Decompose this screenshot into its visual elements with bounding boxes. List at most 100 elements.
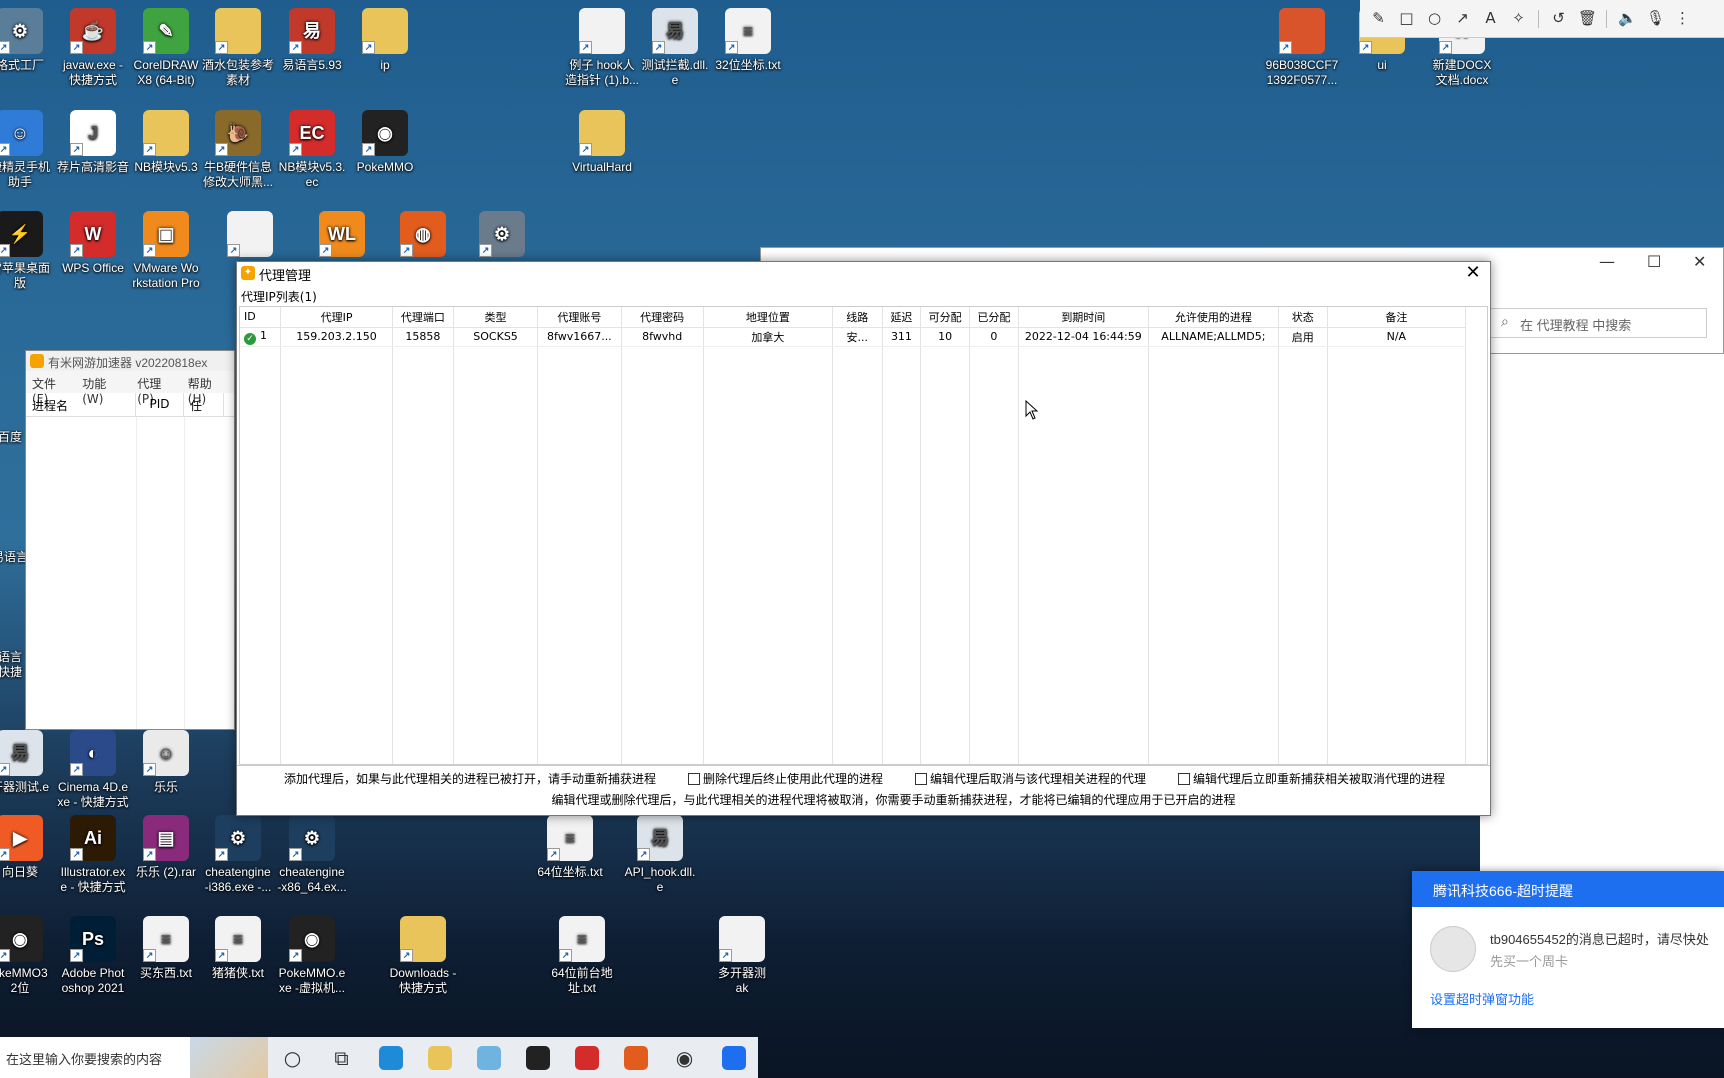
close-icon[interactable]: ✕ <box>1693 252 1706 271</box>
desktop-icon[interactable]: ⚙ ↗ cheatengine -i386.exe -... <box>198 815 278 895</box>
desktop-icon[interactable]: 易 ↗ 易语言5.93 <box>272 8 352 73</box>
explorer-search-input[interactable]: 在 代理教程 中搜索 <box>1489 308 1707 338</box>
desktop-icon[interactable]: ≡ ↗ 64位坐标.txt <box>530 815 610 880</box>
pokemmo-icon[interactable]: ◉ <box>660 1037 709 1078</box>
netease-music-icon[interactable] <box>562 1037 611 1078</box>
timeout-settings-link[interactable]: 设置超时弹窗功能 <box>1430 989 1534 1008</box>
edge-icon[interactable] <box>366 1037 415 1078</box>
column-type[interactable]: 类型 <box>453 307 539 328</box>
qq-icon[interactable] <box>513 1037 562 1078</box>
option-recapture-on-edit[interactable]: 编辑代理后立即重新捕获相关被取消代理的进程 <box>1178 770 1445 787</box>
column-remarks[interactable]: 备注 <box>1327 307 1467 328</box>
timeout-notification[interactable]: 腾讯科技666-超时提醒 tb904655452的消息已超时，请尽快处 先买一个… <box>1412 871 1724 1028</box>
desktop-icon[interactable]: ↗ ip <box>345 8 425 73</box>
app-icon[interactable] <box>709 1037 758 1078</box>
column-location[interactable]: 地理位置 <box>703 307 833 328</box>
desktop-icon[interactable]: WL ↗ <box>302 211 382 261</box>
firefox-icon[interactable] <box>611 1037 660 1078</box>
pencil-icon[interactable]: ✎ <box>1370 10 1387 27</box>
desktop-icon[interactable]: Ai ↗ Illustrator.ex e - 快捷方式 <box>53 815 133 895</box>
desktop-icon[interactable]: ☕ ↗ javaw.exe - 快捷方式 <box>53 8 133 88</box>
trash-icon[interactable]: 🗑 <box>1578 10 1597 27</box>
rectangle-icon[interactable]: □ <box>1398 10 1415 27</box>
desktop-icon[interactable]: ↗ VirtualHard <box>562 110 642 175</box>
microphone-icon[interactable]: 🎙 <box>1646 10 1665 27</box>
desktop-icon[interactable]: EC ↗ NB模块v5.3. ec <box>272 110 352 190</box>
column-proxy-ip[interactable]: 代理IP <box>280 307 393 328</box>
close-icon[interactable]: ✕ <box>1462 262 1484 283</box>
magic-wand-icon[interactable]: ✧ <box>1510 10 1527 27</box>
desktop-icon[interactable]: ▶ ↗ 向日葵 <box>0 815 60 880</box>
desktop-icon[interactable]: ⚙ ↗ cheatengine -x86_64.ex... <box>272 815 352 895</box>
desktop-icon[interactable]: ≡ ↗ 32位坐标.txt <box>708 8 788 73</box>
task-view-icon[interactable]: ⧉ <box>317 1037 366 1078</box>
desktop-icon[interactable]: ◐ ↗ Cinema 4D.e xe - 快捷方式 <box>53 730 133 810</box>
desktop-icon[interactable]: ↗ 酒水包装参考 素材 <box>198 8 278 88</box>
desktop-icon[interactable]: ≡ ↗ 猪猪侠.txt <box>198 916 278 981</box>
notepad-icon[interactable] <box>464 1037 513 1078</box>
desktop-icon[interactable]: 易 ↗ 测试拦截.dll. e <box>635 8 715 88</box>
desktop-icon[interactable]: ⚡↗ 雷苹果桌面 版 <box>0 211 60 291</box>
desktop-icon[interactable]: 易 ↗ API_hook.dll. e <box>620 815 700 895</box>
table-row[interactable]: ✓ 1 159.203.2.150 15858 SOCKS5 8fwv1667..… <box>240 327 1467 347</box>
desktop-icon[interactable]: Ps ↗ Adobe Phot oshop 2021 <box>53 916 133 996</box>
minimize-icon[interactable]: — <box>1599 252 1615 271</box>
desktop-icon[interactable]: W ↗ WPS Office <box>53 211 133 276</box>
desktop-icon[interactable]: J ↗ 荐片高清影音 <box>53 110 133 175</box>
checkbox-terminate-on-delete[interactable] <box>688 772 701 785</box>
column-allowed-processes[interactable]: 允许使用的进程 <box>1148 307 1279 328</box>
column-expiry-time[interactable]: 到期时间 <box>1018 307 1149 328</box>
desktop-icon[interactable]: ≡ ↗ 64位前台地 址.txt <box>542 916 622 996</box>
desktop-icon[interactable]: ◉ ↗ PokeMMO.e xe -虚拟机... <box>272 916 352 996</box>
column-task[interactable]: 任 <box>184 393 224 416</box>
file-explorer-icon[interactable] <box>415 1037 464 1078</box>
proxy-table-container[interactable]: ID 代理IP 代理端口 类型 代理账号 代理密码 地理位置 线路 延迟 可分配… <box>239 306 1488 765</box>
menu-function[interactable]: 功能(W) <box>82 375 125 406</box>
circle-icon[interactable]: ○ <box>1426 10 1443 27</box>
column-line[interactable]: 线路 <box>832 307 883 328</box>
option-terminate-on-delete[interactable]: 删除代理后终止使用此代理的进程 <box>688 770 883 787</box>
desktop-icon[interactable]: ⚙ ↗ 格式工厂 <box>0 8 60 73</box>
explorer-content-area[interactable] <box>1480 354 1724 874</box>
taskbar-search-input[interactable]: 在这里输入你要搜索的内容 <box>0 1037 268 1078</box>
option-cancel-on-edit[interactable]: 编辑代理后取消与该代理相关进程的代理 <box>915 770 1146 787</box>
arrow-icon[interactable]: ↗ <box>1454 10 1471 27</box>
column-proxy-password[interactable]: 代理密码 <box>621 307 704 328</box>
checkbox-recapture-on-edit[interactable] <box>1178 772 1191 785</box>
proxy-management-dialog[interactable]: ✦ 代理管理 ✕ 代理IP列表(1) ID 代理IP 代理端口 类型 代理账号 … <box>236 261 1491 816</box>
column-status[interactable]: 状态 <box>1278 307 1328 328</box>
accelerator-title-bar[interactable]: 有米网游加速器 v20220818ex <box>26 351 234 371</box>
desktop-icon[interactable]: ▤ ↗ 乐乐 (2).rar <box>126 815 206 880</box>
dialog-title-bar[interactable]: ✦ 代理管理 ✕ <box>237 262 1490 284</box>
menu-help[interactable]: 帮助(H) <box>188 375 228 406</box>
desktop-icon[interactable]: ↗ 例子 hook人 造指针 (1).b... <box>562 8 642 88</box>
column-allocatable[interactable]: 可分配 <box>920 307 971 328</box>
more-icon[interactable]: ⋮ <box>1674 10 1691 27</box>
text-icon[interactable]: A <box>1482 10 1499 27</box>
column-proxy-port[interactable]: 代理端口 <box>392 307 454 328</box>
desktop-icon[interactable]: ↗ 96B038CCF7 1392F0577... <box>1262 8 1342 88</box>
speaker-icon[interactable]: 🔈 <box>1618 10 1637 27</box>
accelerator-window[interactable]: 有米网游加速器 v20220818ex 文件(F) 功能(W) 代理(P) 帮助… <box>25 350 235 730</box>
cortana-icon[interactable]: ○ <box>268 1037 317 1078</box>
desktop-icon[interactable]: ☺ ↗ 乐乐 <box>126 730 206 795</box>
desktop-icon[interactable]: 🐌 ↗ 牛B硬件信息 修改大师黑... <box>198 110 278 190</box>
column-latency[interactable]: 延迟 <box>882 307 922 328</box>
column-id[interactable]: ID <box>240 307 282 328</box>
desktop-icon[interactable]: ⚙ ↗ <box>462 211 542 261</box>
desktop-icon[interactable]: ↗ NB模块v5.3 <box>126 110 206 175</box>
desktop-icon[interactable]: ✎ ↗ CorelDRAW X8 (64-Bit) <box>126 8 206 88</box>
desktop-icon[interactable]: 易↗ 开器测试.e <box>0 730 60 795</box>
desktop-icon[interactable]: ▣ ↗ VMware Wo rkstation Pro <box>126 211 206 291</box>
desktop-icon[interactable]: ◍ ↗ <box>383 211 463 261</box>
desktop-icon[interactable]: ↗ Downloads - 快捷方式 <box>383 916 463 996</box>
column-pid[interactable]: PID <box>136 393 184 416</box>
maximize-icon[interactable]: ☐ <box>1647 252 1661 271</box>
desktop-icon[interactable]: ◉ ↗ PokeMMO <box>345 110 425 175</box>
desktop-icon[interactable]: ↗ 多开器测 ak <box>702 916 782 996</box>
desktop-icon[interactable]: ☺↗ 捷精灵手机 助手 <box>0 110 60 190</box>
column-proxy-account[interactable]: 代理账号 <box>537 307 622 328</box>
checkbox-cancel-on-edit[interactable] <box>915 772 928 785</box>
menu-file[interactable]: 文件(F) <box>32 375 70 406</box>
desktop-icon[interactable]: ≡ ↗ 买东西.txt <box>126 916 206 981</box>
